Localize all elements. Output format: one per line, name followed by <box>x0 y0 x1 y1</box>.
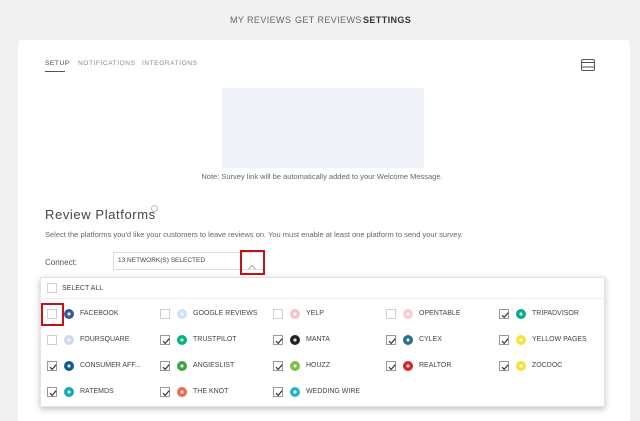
platform-label-opentable[interactable]: OPENTABLE <box>419 310 461 317</box>
weddingwire-icon <box>290 387 300 397</box>
facebook-highlight-box <box>41 303 64 326</box>
platform-label-foursquare[interactable]: FOURSQUARE <box>80 336 129 343</box>
platform-label-facebook[interactable]: FACEBOOK <box>80 310 119 317</box>
survey-preview <box>222 88 424 168</box>
connect-label: Connect: <box>45 258 78 267</box>
networks-selected-value: 13 NETWORK(S) SELECTED <box>118 257 206 264</box>
platform-checkbox-ratemds[interactable] <box>47 387 57 397</box>
platform-label-consumer-aff[interactable]: CONSUMER AFF... <box>80 362 141 369</box>
platform-checkbox-manta[interactable] <box>273 335 283 345</box>
platform-checkbox-tripadvisor[interactable] <box>499 309 509 319</box>
cylex-icon <box>403 335 413 345</box>
survey-note: Note: Survey link will be automatically … <box>201 172 443 181</box>
top-navigation: MY REVIEWS GET REVIEWS SETTINGS <box>0 0 640 40</box>
active-subtab-indicator <box>45 71 65 72</box>
subtab-setup[interactable]: SETUP <box>45 60 70 67</box>
platform-label-manta[interactable]: MANTA <box>306 336 330 343</box>
info-icon[interactable] <box>151 205 158 212</box>
platform-label-the-knot[interactable]: THE KNOT <box>193 388 228 395</box>
platform-label-google-reviews[interactable]: GOOGLE REVIEWS <box>193 310 258 317</box>
platform-label-angieslist[interactable]: ANGIESLIST <box>193 362 234 369</box>
platform-label-houzz[interactable]: HOUZZ <box>306 362 330 369</box>
platform-label-zocdoc[interactable]: ZOCDOC <box>532 362 562 369</box>
select-all-label[interactable]: SELECT ALL <box>62 285 103 292</box>
platform-checkbox-foursquare[interactable] <box>47 335 57 345</box>
platform-label-cylex[interactable]: CYLEX <box>419 336 442 343</box>
select-all-row <box>40 277 605 299</box>
realtor-icon <box>403 361 413 371</box>
chevron-up-icon[interactable] <box>247 258 257 270</box>
select-all-checkbox[interactable] <box>47 283 57 293</box>
houzz-icon <box>290 361 300 371</box>
yellowpages-icon <box>516 335 526 345</box>
preview-window-icon[interactable] <box>581 58 595 71</box>
zocdoc-icon <box>516 361 526 371</box>
facebook-icon <box>64 309 74 319</box>
platform-label-tripadvisor[interactable]: TRIPADVISOR <box>532 310 579 317</box>
platform-checkbox-google-reviews[interactable] <box>160 309 170 319</box>
yelp-icon <box>290 309 300 319</box>
google-icon <box>177 309 187 319</box>
opentable-icon <box>403 309 413 319</box>
platform-checkbox-wedding-wire[interactable] <box>273 387 283 397</box>
platform-checkbox-houzz[interactable] <box>273 361 283 371</box>
platform-checkbox-the-knot[interactable] <box>160 387 170 397</box>
ratemds-icon <box>64 387 74 397</box>
platform-checkbox-consumer-aff[interactable] <box>47 361 57 371</box>
angieslist-icon <box>177 361 187 371</box>
theknot-icon <box>177 387 187 397</box>
platform-label-yelp[interactable]: YELP <box>306 310 324 317</box>
tab-settings[interactable]: SETTINGS <box>363 15 411 25</box>
platform-checkbox-trustpilot[interactable] <box>160 335 170 345</box>
foursquare-icon <box>64 335 74 345</box>
platform-checkbox-zocdoc[interactable] <box>499 361 509 371</box>
platform-label-wedding-wire[interactable]: WEDDING WIRE <box>306 388 360 395</box>
trustpilot-icon <box>177 335 187 345</box>
review-platforms-description: Select the platforms you'd like your cus… <box>45 230 463 239</box>
platform-label-realtor[interactable]: REALTOR <box>419 362 451 369</box>
platform-checkbox-cylex[interactable] <box>386 335 396 345</box>
platform-checkbox-opentable[interactable] <box>386 309 396 319</box>
manta-icon <box>290 335 300 345</box>
platform-label-trustpilot[interactable]: TRUSTPILOT <box>193 336 237 343</box>
subtab-notifications[interactable]: NOTIFICATIONS <box>78 60 136 67</box>
tab-get-reviews[interactable]: GET REVIEWS <box>295 15 362 25</box>
platform-checkbox-yelp[interactable] <box>273 309 283 319</box>
review-platforms-title: Review Platforms <box>45 207 156 222</box>
consumer-affairs-icon <box>64 361 74 371</box>
platform-label-ratemds[interactable]: RATEMDS <box>80 388 114 395</box>
platform-checkbox-yellow-pages[interactable] <box>499 335 509 345</box>
platform-checkbox-angieslist[interactable] <box>160 361 170 371</box>
platform-checkbox-realtor[interactable] <box>386 361 396 371</box>
subtab-integrations[interactable]: INTEGRATIONS <box>142 60 197 67</box>
tab-my-reviews[interactable]: MY REVIEWS <box>230 15 291 25</box>
tripadvisor-icon <box>516 309 526 319</box>
platform-label-yellow-pages[interactable]: YELLOW PAGES <box>532 336 587 343</box>
